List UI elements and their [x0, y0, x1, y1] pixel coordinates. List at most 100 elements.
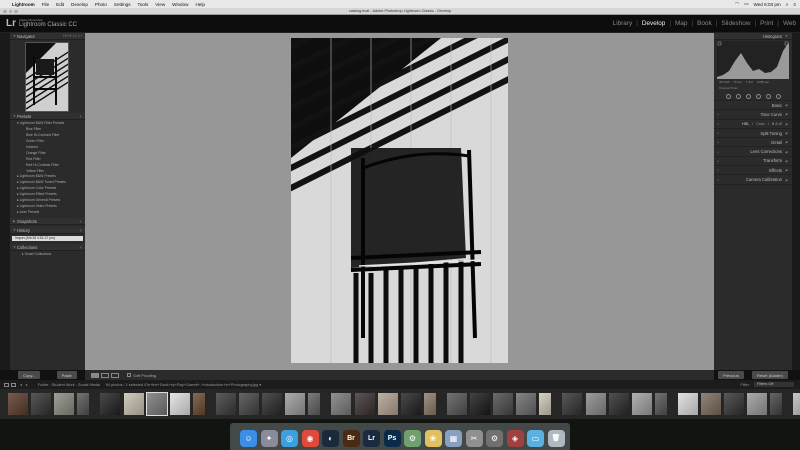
filmstrip[interactable] — [0, 389, 800, 419]
maps-icon[interactable]: ◈ — [506, 430, 524, 447]
panel-lens-corrections[interactable]: ◂ Lens Corrections ◀ — [714, 147, 792, 157]
left-edge-strip[interactable] — [0, 33, 10, 370]
toggle-switch-icon[interactable]: ◂ — [717, 150, 719, 154]
nav-forward-icon[interactable]: ▸ — [26, 382, 28, 387]
safari-icon[interactable]: ◎ — [281, 430, 298, 447]
filmstrip-thumbnail[interactable] — [493, 393, 514, 415]
filmstrip-thumbnail[interactable] — [539, 393, 552, 415]
filmstrip-thumbnail[interactable] — [123, 393, 144, 415]
menu-file[interactable]: File — [42, 2, 49, 7]
panel-camera-calibration[interactable]: ◂ Camera Calibration ◀ — [714, 175, 792, 185]
main-photo[interactable] — [291, 38, 508, 363]
panel-transform[interactable]: ◂ Transform ◀ — [714, 157, 792, 167]
bw-tab[interactable]: B & W — [772, 122, 782, 126]
lightroom-icon[interactable]: Lr — [363, 430, 380, 447]
filmstrip-thumbnail[interactable] — [654, 393, 667, 415]
wifi-icon[interactable]: ◠ — [735, 1, 739, 7]
soft-proofing-checkbox[interactable] — [127, 373, 131, 377]
paste-button[interactable]: Paste — [56, 371, 77, 379]
filmstrip-thumbnail[interactable] — [145, 392, 168, 416]
add-snapshot-icon[interactable]: + — [80, 219, 82, 224]
previous-button[interactable]: Previous — [718, 371, 744, 379]
filmstrip-thumbnail[interactable] — [192, 393, 205, 415]
steam-icon[interactable]: ◐ — [322, 430, 339, 447]
presets-header[interactable]: ▼ Presets + — [10, 113, 85, 120]
menu-window[interactable]: Window — [172, 2, 188, 7]
preset-folder[interactable]: ▸ User Presets — [13, 210, 82, 216]
nav-back-icon[interactable]: ◂ — [20, 382, 22, 387]
grid-view-icon[interactable] — [11, 382, 16, 387]
filmstrip-thumbnail[interactable] — [31, 393, 52, 415]
filmstrip-thumbnail[interactable] — [793, 393, 800, 415]
filmstrip-thumbnail[interactable] — [470, 393, 490, 415]
hsl-tab[interactable]: HSL — [742, 122, 749, 126]
clear-history-icon[interactable]: × — [80, 228, 82, 233]
settings-icon[interactable]: ⚙ — [486, 430, 503, 447]
menu-photo[interactable]: Photo — [95, 2, 107, 7]
original-photo-label[interactable]: Original Photo — [719, 86, 738, 90]
filmstrip-thumbnail[interactable] — [608, 393, 629, 415]
toggle-switch-icon[interactable]: ◂ — [717, 159, 719, 163]
toggle-switch-icon[interactable]: ◂ — [717, 178, 719, 182]
histogram-header[interactable]: Histogram ▼ — [714, 33, 792, 40]
battery-icon[interactable]: ▭ — [744, 1, 748, 7]
filmstrip-thumbnail[interactable] — [677, 393, 698, 415]
filmstrip-thumbnail[interactable] — [262, 393, 283, 415]
filmstrip-thumbnail[interactable] — [724, 393, 745, 415]
filmstrip-thumbnail[interactable] — [747, 393, 768, 415]
filmstrip-thumbnail[interactable] — [631, 393, 652, 415]
photos-icon[interactable]: ❀ — [424, 430, 442, 447]
menu-view[interactable]: View — [155, 2, 165, 7]
clock[interactable]: Wed 6:03 pm — [753, 2, 780, 7]
zoom-options[interactable]: Fit Fill 1:1 3:1 — [63, 34, 82, 38]
spot-removal-icon[interactable] — [735, 93, 741, 99]
histogram[interactable]: ISO 200 70 mm f / 8.0 1/250 sec Original… — [717, 41, 789, 91]
menu-settings[interactable]: Settings — [114, 2, 131, 7]
loupe-view-icon[interactable] — [91, 372, 99, 378]
folder-icon[interactable]: ▭ — [527, 430, 544, 447]
filmstrip-thumbnail[interactable] — [516, 393, 537, 415]
before-after-split-icon[interactable] — [111, 372, 119, 378]
panel-tone-curve[interactable]: ◂ Tone Curve ◀ — [714, 110, 792, 120]
filmstrip-thumbnail[interactable] — [331, 393, 352, 415]
chrome-icon[interactable]: ◉ — [301, 430, 319, 447]
copy-button[interactable]: Copy... — [18, 371, 41, 379]
filmstrip-thumbnail[interactable] — [400, 393, 421, 415]
second-window-icon[interactable] — [4, 382, 9, 387]
menu-edit[interactable]: Edit — [56, 2, 64, 7]
panel-effects[interactable]: ◂ Effects ◀ — [714, 166, 792, 176]
filmstrip-thumbnail[interactable] — [285, 393, 306, 415]
trash-icon[interactable]: 🗑 — [547, 430, 565, 447]
add-preset-icon[interactable]: + — [80, 114, 82, 119]
menu-tools[interactable]: Tools — [138, 2, 149, 7]
filter-select[interactable]: Filters Off — [754, 382, 794, 387]
filmstrip-thumbnail[interactable] — [54, 393, 75, 415]
notification-icon[interactable]: ≡ — [793, 2, 796, 7]
bridge-icon[interactable]: Br — [342, 430, 360, 447]
before-after-icon[interactable] — [101, 372, 109, 378]
history-header[interactable]: ▼ History × — [10, 227, 85, 234]
module-web[interactable]: Web — [783, 20, 796, 27]
filmstrip-thumbnail[interactable] — [770, 393, 783, 415]
launchpad-icon[interactable]: ✦ — [260, 430, 278, 447]
preview-icon[interactable]: ▦ — [445, 430, 462, 447]
toggle-switch-icon[interactable]: ◂ — [717, 122, 719, 126]
minimize-window-icon[interactable] — [8, 9, 12, 13]
toggle-switch-icon[interactable]: ◂ — [717, 168, 719, 172]
spotlight-icon[interactable]: ⌕ — [786, 2, 789, 7]
module-library[interactable]: Library — [613, 20, 633, 27]
filmstrip-thumbnail[interactable] — [701, 393, 721, 415]
close-window-icon[interactable] — [3, 9, 7, 13]
crop-tool-icon[interactable] — [725, 93, 731, 99]
adjustment-brush-icon[interactable] — [775, 93, 781, 99]
radial-filter-icon[interactable] — [765, 93, 771, 99]
panel-detail[interactable]: ◂ Detail ◀ — [714, 138, 792, 148]
toggle-switch-icon[interactable]: ◂ — [717, 140, 719, 144]
history-entry[interactable]: Import (8/4/18 4:51:27 pm) — [12, 236, 83, 241]
red-eye-icon[interactable] — [745, 93, 751, 99]
zoom-window-icon[interactable] — [14, 9, 18, 13]
module-slideshow[interactable]: Slideshow — [721, 20, 750, 27]
reset-button[interactable]: Reset (Adobe) — [752, 371, 788, 379]
filmstrip-thumbnail[interactable] — [377, 393, 398, 415]
filmstrip-source[interactable]: Folder : Student Work - Social Media — [38, 383, 100, 387]
